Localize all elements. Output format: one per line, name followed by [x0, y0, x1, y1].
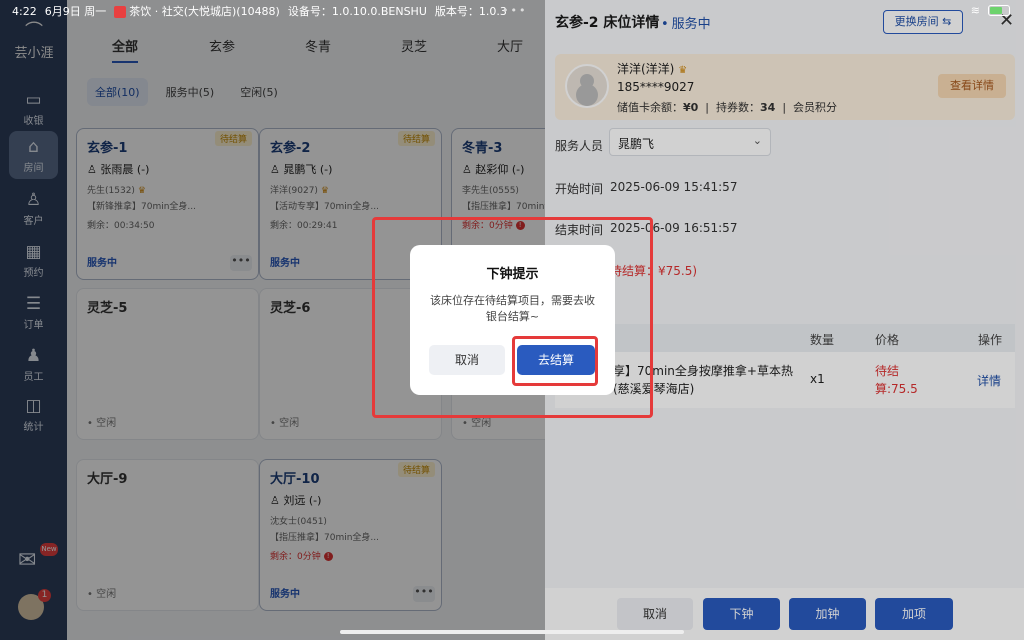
store-name: 茶饮 · 社交(大悦城店)(10488) [129, 5, 280, 18]
wifi-icon: ≋ [970, 4, 980, 17]
multitask-dots[interactable]: ••• [502, 4, 527, 17]
device-id: 设备号：1.0.10.0.BENSHU [287, 5, 427, 18]
clock: 4:22 [12, 4, 37, 18]
app-icon [114, 6, 127, 18]
status-bar: 4:22 6月9日 周一 茶饮 · 社交(大悦城店)(10488) 设备号：1.… [0, 0, 1024, 22]
version: 版本号：1.0.3 [434, 5, 507, 18]
battery-icon [988, 5, 1010, 16]
highlight-box [372, 217, 653, 418]
highlight-box-button [512, 336, 598, 386]
home-indicator[interactable] [340, 630, 684, 634]
date: 6月9日 周一 [44, 5, 107, 18]
